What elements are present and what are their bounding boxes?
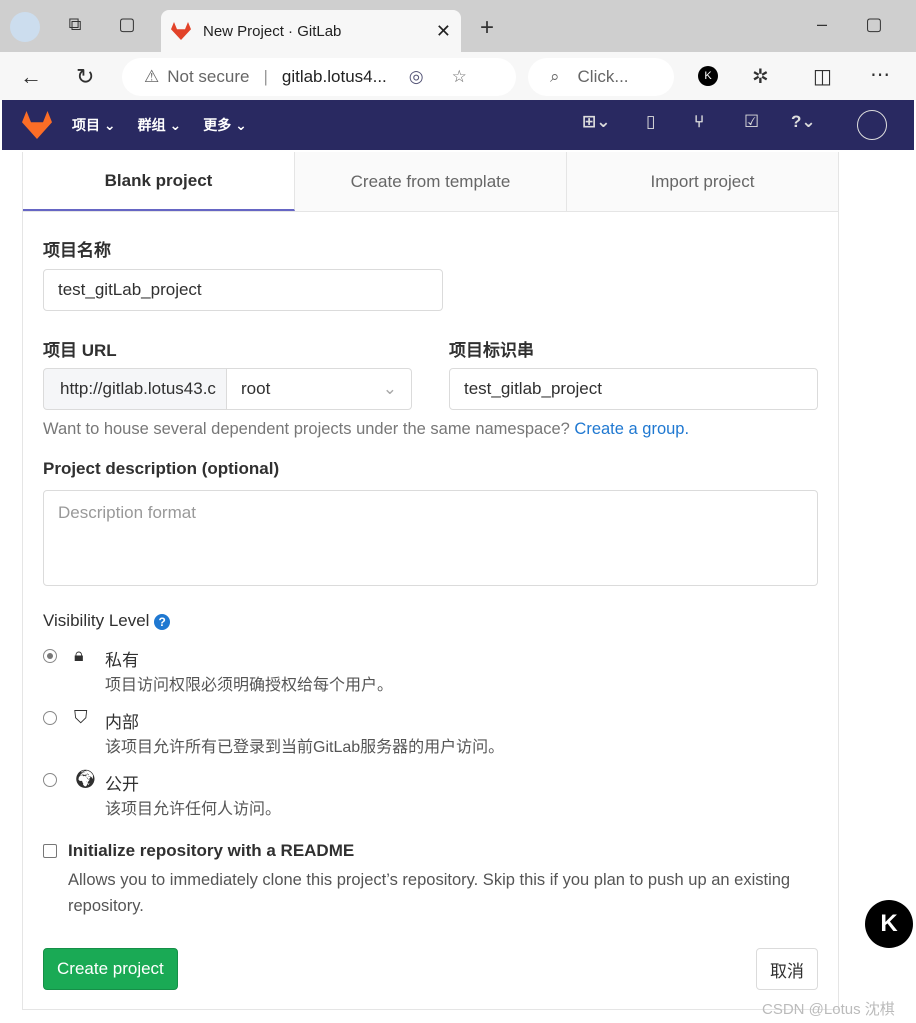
shield-icon: ⛉ [74,707,88,727]
visibility-internal-desc: 该项目允许所有已登录到当前GitLab服务器的用户访问。 [105,739,505,756]
minimize-icon[interactable]: – [810,14,834,38]
browser-tab[interactable]: New Project · GitLab ✕ [161,10,461,52]
close-tab-icon[interactable]: ✕ [436,21,451,42]
url-field[interactable]: ⚠ Not secure | gitlab.lotus4... ◎ ☆ [122,58,516,96]
visibility-internal-radio[interactable] [43,711,57,725]
warning-icon: ⚠ [144,67,160,86]
nav-groups[interactable]: 群组 ⌄ [138,115,182,135]
project-url-label: 项目 URL [43,341,117,360]
tab-create-from-template[interactable]: Create from template [295,152,567,211]
k-floating-icon[interactable]: K [865,900,913,948]
merge-requests-icon[interactable]: ⑂ [694,112,704,132]
favorite-star-icon[interactable]: ☆ [452,67,467,87]
project-tabs: Blank project Create from template Impor… [23,152,838,212]
sidebar-icon[interactable]: ▢ [115,14,139,38]
browser-tab-bar: ⧉ ▢ New Project · GitLab ✕ + – ▢ [0,0,916,52]
maximize-icon[interactable]: ▢ [862,14,886,38]
edge-icon[interactable]: ◎ [409,67,424,87]
readme-label[interactable]: Initialize repository with a README [68,841,354,861]
watermark: CSDN @Lotus 沈棋 [762,1001,895,1018]
visibility-label: Visibility Level ? [43,611,171,631]
help-icon[interactable]: ? [154,614,171,630]
gitlab-favicon-icon [171,22,191,40]
new-tab-icon[interactable]: + [475,14,499,41]
search-placeholder: Click... [577,67,629,86]
help-icon[interactable]: ?⌄ [791,112,816,132]
create-project-button[interactable]: Create project [43,948,178,990]
issues-icon[interactable]: ▯ [646,112,655,132]
gitlab-logo-icon[interactable] [22,111,52,139]
tab-import-project[interactable]: Import project [567,152,838,211]
namespace-select[interactable]: root ⌄ [226,368,412,410]
refresh-icon[interactable]: ↻ [76,64,94,90]
profile-avatar[interactable] [10,12,40,42]
cancel-button[interactable]: 取消 [756,948,818,990]
security-label[interactable]: Not secure [167,67,249,87]
split-screen-icon[interactable]: ◫ [813,64,832,89]
todos-icon[interactable]: ☑ [744,112,759,132]
project-name-label: 项目名称 [43,241,111,260]
url-prefix: http://gitlab.lotus43.c [43,368,227,410]
address-bar: ← ↻ ⚠ Not secure | gitlab.lotus4... ◎ ☆ … [0,52,916,100]
visibility-public-title: 公开 [105,775,139,794]
extensions-icon[interactable]: ✲ [752,64,769,89]
project-slug-label: 项目标识串 [449,341,534,360]
tab-blank-project[interactable]: Blank project [23,152,295,211]
tab-title: New Project · GitLab [203,22,342,40]
visibility-private-radio[interactable] [43,649,57,663]
globe-icon: 🌍︎ [74,769,97,789]
gitlab-navbar: 项目 ⌄ 群组 ⌄ 更多 ⌄ ⊞⌄ ▯ ⑂ ☑ ?⌄ [2,100,914,150]
create-group-link[interactable]: Create a group. [574,420,689,438]
nav-more[interactable]: 更多 ⌄ [203,115,247,135]
collections-icon[interactable]: ⧉ [63,14,87,38]
project-name-input[interactable]: test_gitLab_project [43,269,443,311]
chevron-down-icon: ⌄ [382,379,397,398]
nav-projects[interactable]: 项目 ⌄ [72,115,116,135]
visibility-private-desc: 项目访问权限必须明确授权给每个用户。 [105,677,394,694]
visibility-internal-title: 内部 [105,713,139,732]
description-textarea[interactable]: Description format [43,490,818,586]
readme-checkbox[interactable] [43,844,57,858]
visibility-private-title: 私有 [105,651,139,670]
readme-desc: Allows you to immediately clone this pro… [68,871,791,915]
description-label: Project description (optional) [43,459,280,478]
lock-icon: 🔒︎ [74,645,84,665]
new-plus-icon[interactable]: ⊞⌄ [582,112,611,132]
user-avatar[interactable] [857,110,887,140]
search-icon: ⌕ [550,67,560,86]
visibility-public-desc: 该项目允许任何人访问。 [105,801,282,818]
k-extension-icon[interactable]: K [698,66,718,86]
group-hint: Want to house several dependent projects… [43,420,690,438]
back-icon[interactable]: ← [20,64,42,90]
project-slug-input[interactable]: test_gitlab_project [449,368,818,410]
visibility-public-radio[interactable] [43,773,57,787]
url-text: gitlab.lotus4... [281,67,387,86]
more-icon[interactable]: ⋯ [870,62,890,87]
search-box[interactable]: ⌕ Click... [528,58,674,96]
